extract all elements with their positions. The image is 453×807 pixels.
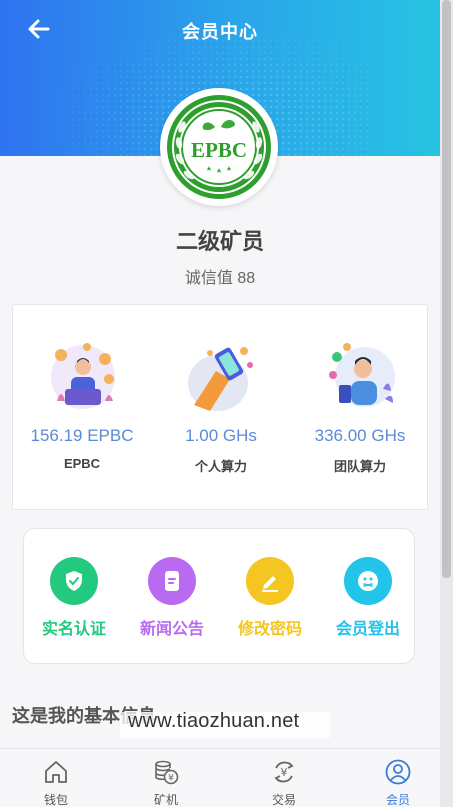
svg-text:EPBC: EPBC [191, 138, 247, 162]
epbc-seal-icon: EPBC [167, 95, 271, 199]
action-icon-circle [344, 557, 392, 605]
smiley-logout-icon [358, 571, 378, 591]
phone-hand-illustration [188, 347, 253, 411]
tab-label: 矿机 [153, 793, 178, 807]
epbc-logo: EPBC [160, 88, 278, 206]
tab-label: 钱包 [43, 793, 68, 807]
stat-personal-hashrate: 1.00 GHs 个人算力 [152, 305, 290, 511]
bottom-tab-bar: 钱包 ¥ 矿机 ¥ 交易 会员 [0, 748, 440, 807]
action-icon-circle [246, 557, 294, 605]
action-label: 实名认证 [41, 621, 106, 638]
stat-team-hashrate: 336.00 GHs 团队算力 [291, 305, 429, 511]
action-icon-circle [50, 557, 98, 605]
home-icon [45, 761, 67, 783]
change-password-button[interactable]: 修改密码 [220, 529, 318, 665]
tab-label: 会员 [385, 793, 410, 807]
stat-value: 156.19 EPBC [30, 426, 134, 445]
tab-label: 交易 [271, 793, 296, 807]
action-label: 会员登出 [335, 621, 400, 638]
stat-label: 个人算力 [194, 459, 247, 474]
watermark-text: www.tiaozhuan.net [128, 710, 300, 732]
tab-wallet[interactable]: 钱包 [0, 749, 110, 807]
action-icon-circle [148, 557, 196, 605]
action-label: 新闻公告 [139, 621, 204, 638]
stats-card: 156.19 EPBC EPBC 1.00 GHs 个人算力 336.00 GH… [12, 304, 428, 510]
team-person-illustration [329, 343, 395, 407]
action-label: 修改密码 [237, 621, 302, 638]
member-level: 二级矿员 [175, 229, 264, 254]
exchange-icon: ¥ [274, 761, 294, 783]
tab-member[interactable]: 会员 [342, 749, 440, 807]
coins-person-illustration [51, 343, 115, 409]
credit-score: 诚信值 88 [184, 270, 256, 287]
page-title: 会员中心 [182, 22, 258, 42]
coin-stack-icon: ¥ [155, 760, 179, 785]
svg-text:¥: ¥ [281, 766, 288, 779]
stat-label: EPBC [63, 456, 101, 471]
document-icon [165, 571, 179, 591]
scrollbar-thumb[interactable] [442, 0, 451, 578]
stat-epbc: 156.19 EPBC EPBC [13, 305, 151, 511]
edit-icon [262, 576, 278, 592]
tab-miner[interactable]: ¥ 矿机 [110, 749, 220, 807]
stat-value: 1.00 GHs [185, 426, 257, 445]
stat-value: 336.00 GHs [314, 426, 406, 445]
shield-check-icon [66, 571, 82, 591]
actions-card: 实名认证 新闻公告 修改密码 会员登出 [23, 528, 415, 664]
real-name-auth-button[interactable]: 实名认证 [24, 529, 122, 665]
svg-text:¥: ¥ [168, 774, 174, 784]
user-icon [385, 759, 411, 785]
tab-trade[interactable]: ¥ 交易 [228, 749, 338, 807]
member-center-page: 会员中心 EPBC 二级矿员 诚信值 88 156.19 EPBC EPBC 1… [0, 0, 440, 807]
news-button[interactable]: 新闻公告 [122, 529, 220, 665]
logout-button[interactable]: 会员登出 [318, 529, 416, 665]
stat-label: 团队算力 [333, 459, 386, 474]
